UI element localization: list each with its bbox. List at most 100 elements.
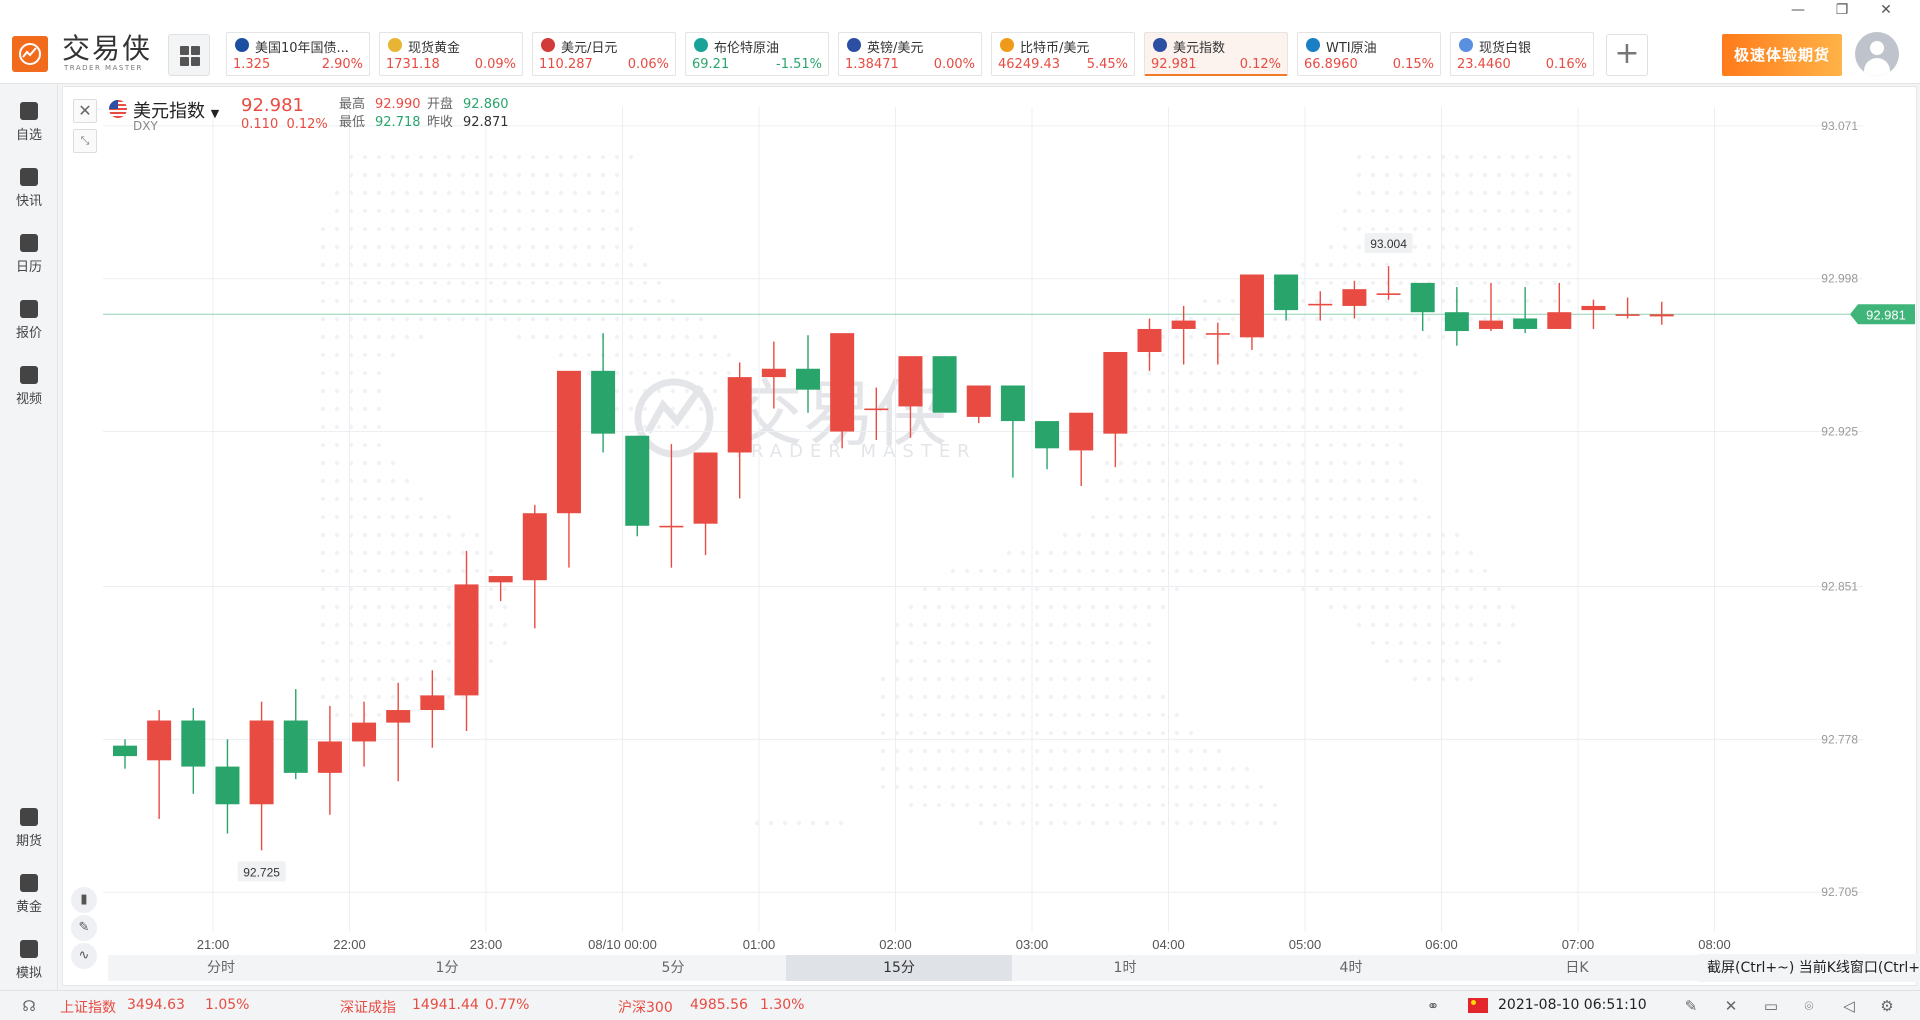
ticker-card[interactable]: 布伦特原油 69.21 -1.51% bbox=[685, 32, 829, 76]
timeframe-tab[interactable]: 1分 bbox=[334, 955, 560, 981]
map-dot bbox=[1160, 478, 1166, 484]
candlestick-chart[interactable]: 交易侠TRADER MASTER93.07192.99892.92592.851… bbox=[63, 87, 1918, 987]
map-dot bbox=[1132, 604, 1138, 610]
timeframe-tab[interactable]: 15分 bbox=[786, 955, 1012, 981]
sidebar-item-gold[interactable]: 黄金 bbox=[0, 868, 58, 924]
timeframe-tab[interactable]: 分时 bbox=[108, 955, 334, 981]
layout-icon[interactable]: ▭ bbox=[1762, 997, 1780, 1015]
map-dot bbox=[1468, 226, 1474, 232]
map-dot bbox=[698, 406, 704, 412]
map-dot bbox=[964, 784, 970, 790]
map-dot bbox=[1370, 622, 1376, 628]
shrink-chart-button[interactable]: ⤡ bbox=[73, 129, 97, 153]
map-dot bbox=[558, 334, 564, 340]
map-dot bbox=[572, 208, 578, 214]
ticker-card[interactable]: 美元/日元 110.287 0.06% bbox=[532, 32, 676, 76]
map-dot bbox=[1454, 586, 1460, 592]
map-dot bbox=[376, 172, 382, 178]
map-dot bbox=[1034, 550, 1040, 556]
map-dot bbox=[1174, 424, 1180, 430]
map-dot bbox=[950, 784, 956, 790]
settings-icon[interactable]: ⚙ bbox=[1878, 997, 1896, 1015]
index-shenzhen-name[interactable]: 深证成指 bbox=[340, 997, 396, 1017]
map-dot bbox=[334, 604, 340, 610]
sidebar-item-news[interactable]: 快讯 bbox=[0, 162, 58, 218]
connection-icon[interactable]: ⚭ bbox=[1424, 997, 1442, 1015]
map-dot bbox=[1286, 424, 1292, 430]
map-dot bbox=[1412, 244, 1418, 250]
map-dot bbox=[1020, 694, 1026, 700]
draw-tool-button[interactable]: ✎ bbox=[71, 915, 97, 941]
map-dot bbox=[488, 172, 494, 178]
menu-grid-button[interactable] bbox=[168, 34, 210, 76]
restore-button[interactable]: ❐ bbox=[1822, 2, 1862, 18]
map-dot bbox=[642, 316, 648, 322]
sidebar-item-video[interactable]: 视频 bbox=[0, 360, 58, 416]
ticker-card[interactable]: WTI原油 66.8960 0.15% bbox=[1297, 32, 1441, 76]
user-avatar[interactable] bbox=[1855, 32, 1899, 76]
map-dot bbox=[1370, 190, 1376, 196]
add-ticker-button[interactable]: + bbox=[1606, 34, 1648, 76]
map-dot bbox=[1174, 532, 1180, 538]
sidebar-item-label: 报价 bbox=[15, 326, 42, 341]
map-dot bbox=[1034, 784, 1040, 790]
map-dot bbox=[1160, 568, 1166, 574]
ticker-card[interactable]: 现货白银 23.4460 0.16% bbox=[1450, 32, 1594, 76]
map-dot bbox=[656, 298, 662, 304]
sidebar-item-simulate[interactable]: 模拟 bbox=[0, 934, 58, 990]
sidebar-item-calendar[interactable]: 日历 bbox=[0, 228, 58, 284]
y-tick-label: 93.071 bbox=[1821, 119, 1858, 133]
map-dot bbox=[544, 172, 550, 178]
ticker-card[interactable]: 美元指数 92.981 0.12% bbox=[1144, 32, 1288, 76]
map-dot bbox=[1216, 766, 1222, 772]
candle-body bbox=[1274, 274, 1299, 311]
ticker-card[interactable]: 现货黄金 1731.18 0.09% bbox=[379, 32, 523, 76]
map-dot bbox=[376, 370, 382, 376]
index-hs300-name[interactable]: 沪深300 bbox=[618, 997, 673, 1017]
timeframe-tab[interactable]: 1时 bbox=[1012, 955, 1238, 981]
map-dot bbox=[432, 532, 438, 538]
minimize-button[interactable]: — bbox=[1778, 2, 1818, 18]
sidebar-item-quote[interactable]: 报价 bbox=[0, 294, 58, 350]
edit-icon[interactable]: ✎ bbox=[1682, 997, 1700, 1015]
map-dot bbox=[1034, 658, 1040, 664]
headset-icon[interactable]: ☊ bbox=[20, 997, 38, 1015]
map-dot bbox=[684, 424, 690, 430]
map-dot bbox=[1188, 316, 1194, 322]
map-dot bbox=[334, 550, 340, 556]
ticker-card[interactable]: 英镑/美元 1.38471 0.00% bbox=[838, 32, 982, 76]
tools-icon[interactable]: ✕ bbox=[1722, 997, 1740, 1015]
chevron-down-icon: ▼ bbox=[210, 107, 220, 120]
map-dot bbox=[390, 568, 396, 574]
map-dot bbox=[376, 352, 382, 358]
timeframe-tab[interactable]: 日K bbox=[1464, 955, 1690, 981]
map-dot bbox=[1076, 748, 1082, 754]
indicator-button[interactable]: ∿ bbox=[71, 943, 97, 969]
map-dot bbox=[1188, 424, 1194, 430]
map-dot bbox=[362, 388, 368, 394]
map-dot bbox=[1216, 532, 1222, 538]
map-dot bbox=[1356, 460, 1362, 466]
promo-banner[interactable]: 极速体验期货 bbox=[1722, 34, 1842, 76]
mute-icon[interactable]: ◁ bbox=[1840, 997, 1858, 1015]
map-dot bbox=[1426, 604, 1432, 610]
map-dot bbox=[334, 478, 340, 484]
map-dot bbox=[1062, 748, 1068, 754]
close-chart-button[interactable]: ✕ bbox=[73, 99, 97, 123]
ticker-card[interactable]: 美国10年国债... 1.325 2.90% bbox=[226, 32, 370, 76]
close-window-button[interactable]: ✕ bbox=[1866, 2, 1906, 18]
sidebar-item-bookmark[interactable]: 自选 bbox=[0, 96, 58, 152]
map-dot bbox=[1020, 604, 1026, 610]
ticker-card[interactable]: 比特币/美元 46249.43 5.45% bbox=[991, 32, 1135, 76]
map-dot bbox=[1034, 676, 1040, 682]
map-dot bbox=[502, 208, 508, 214]
index-shanghai-name[interactable]: 上证指数 bbox=[60, 997, 116, 1017]
map-dot bbox=[1020, 784, 1026, 790]
camera-icon[interactable]: ⌾ bbox=[1800, 997, 1818, 1015]
timeframe-tab[interactable]: 4时 bbox=[1238, 955, 1464, 981]
sidebar-item-futures[interactable]: 期货 bbox=[0, 802, 58, 858]
timeframe-tab[interactable]: 5分 bbox=[560, 955, 786, 981]
map-dot bbox=[1188, 802, 1194, 808]
map-dot bbox=[446, 658, 452, 664]
chart-type-button[interactable]: ▮ bbox=[71, 887, 97, 913]
